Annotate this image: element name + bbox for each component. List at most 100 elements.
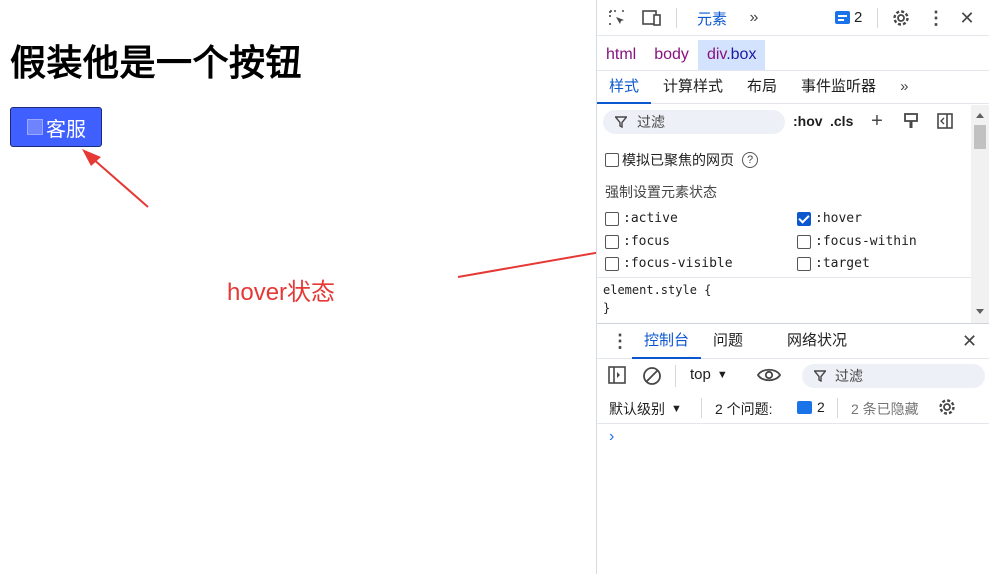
tab-issues[interactable]: 问题 bbox=[713, 324, 743, 358]
console-filter-input[interactable]: 过滤 bbox=[802, 364, 985, 388]
state-row-target: :target bbox=[797, 256, 870, 271]
new-style-rule-icon[interactable]: + bbox=[867, 110, 887, 132]
element-style-selector[interactable]: element.style { bbox=[603, 283, 711, 297]
more-options-icon[interactable]: ⋮ bbox=[925, 7, 947, 29]
log-level-selector[interactable]: 默认级别 ▼ bbox=[609, 399, 682, 419]
issues-summary: 2 个问题: bbox=[715, 401, 773, 417]
toolbar-divider bbox=[837, 398, 838, 418]
force-state-label: 强制设置元素状态 bbox=[605, 184, 717, 200]
devtools-toolbar: 元素 » 2 ⋮ ✕ bbox=[597, 0, 989, 36]
state-checkbox-focus-visible[interactable] bbox=[605, 256, 619, 271]
toolbar-divider bbox=[675, 365, 676, 387]
tab-elements[interactable]: 元素 bbox=[697, 8, 727, 29]
customer-service-button[interactable]: 客服 bbox=[10, 107, 102, 147]
console-filter-placeholder: 过滤 bbox=[835, 368, 863, 384]
chevron-down-icon: ▼ bbox=[716, 368, 728, 381]
styles-filter-bar: 过滤 :hov .cls + bbox=[597, 105, 971, 139]
state-checkbox-focus-within[interactable] bbox=[797, 234, 811, 249]
drawer-menu-icon[interactable]: ⋮ bbox=[611, 324, 629, 358]
chevron-down-icon: ▼ bbox=[671, 403, 682, 415]
styles-scrollbar[interactable] bbox=[971, 105, 989, 323]
close-drawer-icon[interactable]: ✕ bbox=[962, 324, 977, 358]
emulate-focus-row: 模拟已聚焦的网页 ? bbox=[605, 150, 758, 170]
state-label-focus-within: :focus-within bbox=[815, 234, 917, 249]
devtools-panel: 元素 » 2 ⋮ ✕ html body div.box 样式 计算样式 布局 … bbox=[596, 0, 989, 574]
state-label-focus: :focus bbox=[623, 234, 670, 249]
toolbar-divider bbox=[877, 8, 878, 28]
rendered-page: 假装他是一个按钮 客服 hover状态 bbox=[0, 0, 596, 574]
console-status-bar: 默认级别 ▼ 2 个问题: 2 2 条已隐藏 bbox=[597, 392, 989, 424]
paint-brush-icon[interactable] bbox=[901, 111, 921, 131]
tab-layout[interactable]: 布局 bbox=[735, 71, 789, 103]
inspect-element-icon[interactable] bbox=[606, 7, 628, 29]
state-label-target: :target bbox=[815, 256, 870, 271]
help-icon[interactable]: ? bbox=[742, 152, 758, 168]
emulate-focus-checkbox[interactable] bbox=[605, 153, 619, 167]
element-style-close: } bbox=[603, 301, 611, 315]
hov-button[interactable]: :hov bbox=[793, 113, 823, 129]
state-row-focus: :focus bbox=[605, 234, 670, 249]
breadcrumb-body[interactable]: body bbox=[645, 40, 698, 70]
live-expression-eye-icon[interactable] bbox=[757, 367, 781, 383]
styles-subtabs: 样式 计算样式 布局 事件监听器 » bbox=[597, 70, 989, 104]
close-devtools-icon[interactable]: ✕ bbox=[956, 7, 978, 29]
console-toolbar: top ▼ 过滤 bbox=[597, 360, 989, 392]
toggle-sidebar-icon[interactable] bbox=[935, 111, 955, 131]
state-label-hover: :hover bbox=[815, 211, 862, 226]
issues-link-count: 2 bbox=[817, 399, 825, 415]
toolbar-divider bbox=[701, 398, 702, 418]
log-level-value: 默认级别 bbox=[609, 401, 665, 417]
state-label-focus-visible: :focus-visible bbox=[623, 256, 733, 271]
context-selector[interactable]: top ▼ bbox=[690, 366, 728, 383]
console-sidebar-icon[interactable] bbox=[608, 366, 626, 384]
device-toolbar-icon[interactable] bbox=[641, 7, 663, 29]
issues-link[interactable]: 2 bbox=[797, 399, 825, 415]
state-row-hover: :hover bbox=[797, 211, 862, 226]
page-title: 假装他是一个按钮 bbox=[10, 43, 303, 84]
drawer-tabs: ⋮ 控制台 问题 网络状况 ✕ bbox=[597, 323, 989, 359]
more-tabs-icon[interactable]: » bbox=[743, 7, 765, 29]
styles-divider bbox=[597, 277, 971, 278]
tab-network-conditions[interactable]: 网络状况 bbox=[787, 324, 847, 358]
filter-icon bbox=[814, 370, 826, 382]
more-subtabs-icon[interactable]: » bbox=[888, 71, 920, 103]
breadcrumb-html[interactable]: html bbox=[597, 40, 645, 70]
breadcrumb-div-tag: div bbox=[706, 46, 727, 63]
breadcrumb: html body div.box bbox=[597, 40, 989, 70]
cls-button[interactable]: .cls bbox=[830, 113, 853, 129]
scroll-down-icon[interactable] bbox=[976, 309, 984, 314]
breadcrumb-div-class: .box bbox=[726, 46, 757, 63]
state-row-focus-visible: :focus-visible bbox=[605, 256, 733, 271]
tab-event-listeners[interactable]: 事件监听器 bbox=[789, 71, 888, 103]
toolbar-divider bbox=[676, 8, 677, 28]
state-checkbox-active[interactable] bbox=[605, 211, 619, 226]
console-settings-gear-icon[interactable] bbox=[938, 398, 956, 416]
settings-gear-icon[interactable] bbox=[890, 7, 912, 29]
console-prompt-icon[interactable]: › bbox=[609, 428, 614, 446]
scroll-up-icon[interactable] bbox=[976, 113, 984, 118]
state-checkbox-focus[interactable] bbox=[605, 234, 619, 249]
state-row-focus-within: :focus-within bbox=[797, 234, 917, 249]
hidden-messages: 2 条已隐藏 bbox=[851, 401, 919, 417]
tab-computed[interactable]: 计算样式 bbox=[651, 71, 735, 103]
clear-console-icon[interactable] bbox=[642, 366, 662, 386]
styles-filter-input[interactable]: 过滤 bbox=[603, 110, 785, 134]
issues-badge-count: 2 bbox=[854, 9, 863, 26]
state-label-active: :active bbox=[623, 211, 678, 226]
state-checkbox-target[interactable] bbox=[797, 256, 811, 271]
filter-icon bbox=[615, 116, 627, 128]
emulate-focus-label: 模拟已聚焦的网页 bbox=[622, 152, 734, 168]
scrollbar-thumb[interactable] bbox=[974, 125, 986, 149]
tab-console[interactable]: 控制台 bbox=[631, 324, 702, 359]
tab-styles[interactable]: 样式 bbox=[597, 71, 652, 104]
breadcrumb-div-box[interactable]: div.box bbox=[697, 40, 766, 70]
button-label: 客服 bbox=[46, 116, 86, 141]
state-row-active: :active bbox=[605, 211, 678, 226]
state-checkbox-hover[interactable] bbox=[797, 211, 811, 226]
context-selector-value: top bbox=[690, 366, 711, 383]
annotation-label: hover状态 bbox=[227, 279, 336, 306]
broken-image-icon bbox=[27, 119, 43, 135]
message-icon bbox=[835, 11, 850, 24]
message-icon bbox=[797, 400, 812, 414]
issues-badge[interactable]: 2 bbox=[835, 9, 862, 26]
